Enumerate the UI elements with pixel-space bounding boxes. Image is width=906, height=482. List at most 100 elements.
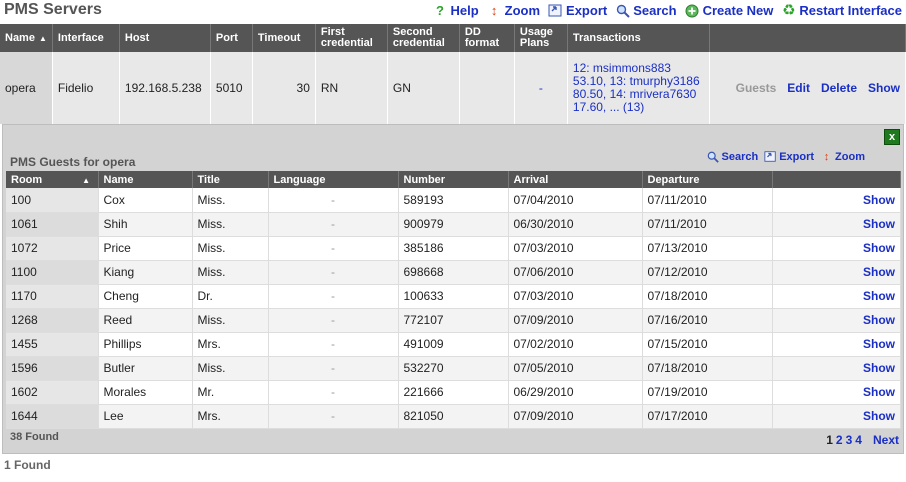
guest-show-link[interactable]: Show — [863, 409, 895, 423]
server-row: opera Fidelio 192.168.5.238 5010 30 RN G… — [0, 52, 906, 124]
next-page-link[interactable]: Next — [873, 433, 899, 447]
guest-departure: 07/18/2010 — [642, 284, 773, 309]
col-arrival[interactable]: Arrival — [508, 171, 643, 188]
guest-actions: Show — [772, 380, 901, 405]
guest-show-link[interactable]: Show — [863, 193, 895, 207]
guests-table: Room ▲ Name Title Language Number Arrival… — [6, 171, 901, 429]
guests-export-button[interactable]: Export — [764, 150, 814, 163]
delete-link[interactable]: Delete — [821, 81, 857, 95]
zoom-arrows-icon: ↕ — [823, 150, 830, 163]
server-port: 5010 — [210, 52, 253, 124]
search-icon — [707, 150, 720, 163]
server-usage-plans[interactable]: - — [514, 52, 568, 124]
col-guest-actions — [772, 171, 901, 188]
edit-link[interactable]: Edit — [787, 81, 810, 95]
guest-language: - — [268, 212, 399, 237]
search-button[interactable]: Search — [615, 3, 677, 18]
guest-number: 589193 — [398, 188, 509, 213]
guest-room: 1170 — [6, 284, 99, 309]
restart-interface-button[interactable]: ♻ Restart Interface — [781, 3, 902, 18]
guest-show-link[interactable]: Show — [863, 241, 895, 255]
guest-title: Miss. — [192, 236, 269, 261]
col-title[interactable]: Title — [192, 171, 269, 188]
col-second-credential[interactable]: Second credential — [387, 24, 460, 52]
guest-departure: 07/17/2010 — [642, 404, 773, 429]
table-row[interactable]: 1170 Cheng Dr. -100633 07/03/2010 07/18/2010 S… — [6, 284, 901, 309]
table-row[interactable]: 1072 Price Miss. -385186 07/03/2010 07/13/201… — [6, 236, 901, 261]
guests-header-row: Room ▲ Name Title Language Number Arrival… — [6, 171, 901, 188]
guest-title: Miss. — [192, 212, 269, 237]
guest-language: - — [268, 308, 399, 333]
guest-actions: Show — [772, 332, 901, 357]
guest-name: Shih — [98, 212, 193, 237]
guest-name: Butler — [98, 356, 193, 381]
servers-table: Name ▲ Interface Host Port Timeout First … — [0, 24, 906, 124]
guest-room: 1644 — [6, 404, 99, 429]
guest-show-link[interactable]: Show — [863, 385, 895, 399]
table-row[interactable]: 1644 Lee Mrs. -821050 07/09/2010 07/17/2010 Sh… — [6, 404, 901, 429]
server-transactions[interactable]: 12: msimmons883 53.10, 13: tmurphy3186 8… — [567, 52, 710, 124]
col-first-credential[interactable]: First credential — [315, 24, 388, 52]
guest-show-link[interactable]: Show — [863, 217, 895, 231]
col-number[interactable]: Number — [398, 171, 509, 188]
col-timeout[interactable]: Timeout — [252, 24, 316, 52]
table-row[interactable]: 1602 Morales Mr. -221666 06/29/2010 07/19/201… — [6, 380, 901, 405]
server-first-credential: RN — [315, 52, 388, 124]
help-button[interactable]: ? Help — [432, 3, 479, 18]
guest-show-link[interactable]: Show — [863, 361, 895, 375]
guest-arrival: 07/03/2010 — [508, 236, 643, 261]
col-name[interactable]: Name ▲ — [0, 24, 53, 52]
guest-show-link[interactable]: Show — [863, 289, 895, 303]
guest-actions: Show — [772, 356, 901, 381]
col-host[interactable]: Host — [119, 24, 211, 52]
guests-link[interactable]: Guests — [736, 81, 777, 95]
close-panel-button[interactable]: x — [884, 129, 900, 145]
table-row[interactable]: 1268 Reed Miss. -772107 07/09/2010 07/16/2010… — [6, 308, 901, 333]
guest-actions: Show — [772, 284, 901, 309]
guest-show-link[interactable]: Show — [863, 337, 895, 351]
table-row[interactable]: 1455 Phillips Mrs. -491009 07/02/2010 07/15/2… — [6, 332, 901, 357]
col-dd-format[interactable]: DD format — [459, 24, 515, 52]
table-row[interactable]: 1061 Shih Miss. -900979 06/30/2010 07/11/2010… — [6, 212, 901, 237]
guests-search-button[interactable]: Search — [707, 150, 758, 163]
col-language[interactable]: Language — [268, 171, 399, 188]
zoom-arrows-icon: ↕ — [490, 3, 498, 18]
col-transactions[interactable]: Transactions — [567, 24, 710, 52]
table-row[interactable]: 100 Cox Miss. -589193 07/04/2010 07/11/2010 Sh… — [6, 188, 901, 213]
guest-departure: 07/12/2010 — [642, 260, 773, 285]
guest-title: Miss. — [192, 188, 269, 213]
guest-arrival: 07/09/2010 — [508, 404, 643, 429]
guests-found-count: 38 Found — [10, 431, 59, 443]
export-button[interactable]: Export — [548, 3, 607, 18]
table-row[interactable]: 1100 Kiang Miss. -698668 07/06/2010 07/12/201… — [6, 260, 901, 285]
page-current: 1 — [826, 433, 833, 447]
col-room[interactable]: Room ▲ — [6, 171, 99, 188]
guests-panel: x PMS Guests for opera Search Export ↕ Z… — [2, 124, 904, 454]
help-icon: ? — [435, 3, 444, 18]
guest-departure: 07/11/2010 — [642, 188, 773, 213]
guest-departure: 07/13/2010 — [642, 236, 773, 261]
page-link-3[interactable]: 3 — [846, 433, 853, 447]
col-port[interactable]: Port — [210, 24, 253, 52]
guest-show-link[interactable]: Show — [863, 313, 895, 327]
server-name: opera — [0, 52, 53, 124]
page-link-2[interactable]: 2 — [836, 433, 843, 447]
col-interface[interactable]: Interface — [52, 24, 120, 52]
create-new-button[interactable]: Create New — [685, 3, 773, 18]
show-link[interactable]: Show — [868, 81, 900, 95]
guests-zoom-button[interactable]: ↕ Zoom — [820, 150, 865, 163]
table-row[interactable]: 1596 Butler Miss. -532270 07/05/2010 07/18/20… — [6, 356, 901, 381]
guest-show-link[interactable]: Show — [863, 265, 895, 279]
guest-title: Mrs. — [192, 332, 269, 357]
guest-language: - — [268, 332, 399, 357]
zoom-button[interactable]: ↕ Zoom — [487, 3, 540, 18]
col-guest-name[interactable]: Name — [98, 171, 193, 188]
add-circle-icon — [685, 3, 700, 18]
col-usage-plans[interactable]: Usage Plans — [514, 24, 568, 52]
guest-number: 772107 — [398, 308, 509, 333]
title-bar: PMS Servers ? Help ↕ Zoom Export Search … — [0, 0, 906, 24]
page-link-4[interactable]: 4 — [855, 433, 862, 447]
col-departure[interactable]: Departure — [642, 171, 773, 188]
guest-arrival: 06/30/2010 — [508, 212, 643, 237]
server-host: 192.168.5.238 — [119, 52, 211, 124]
